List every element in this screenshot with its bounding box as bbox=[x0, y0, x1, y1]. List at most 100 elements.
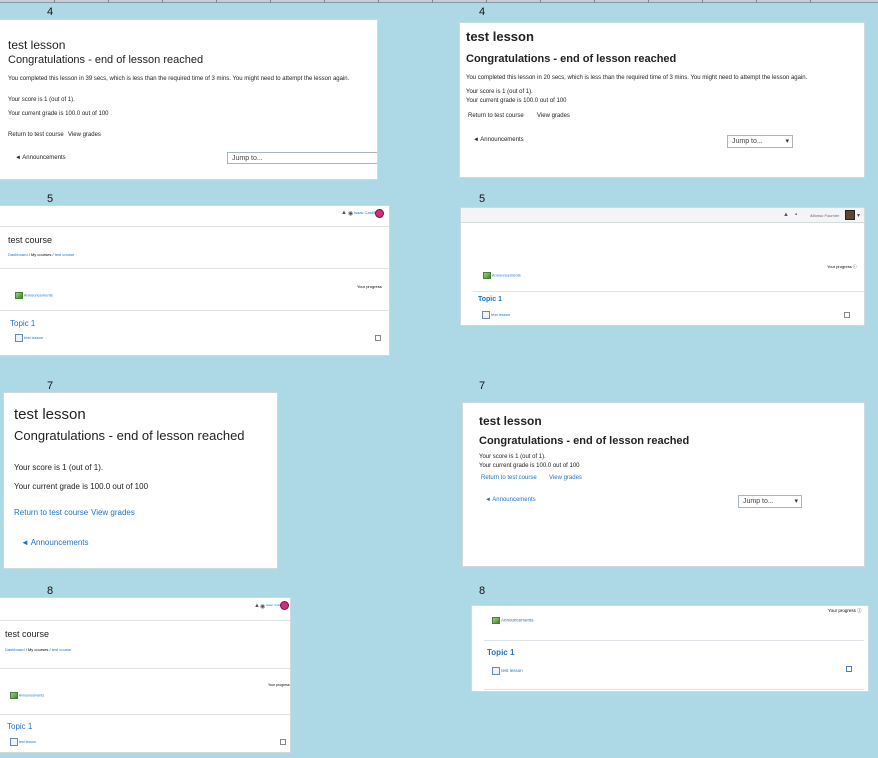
grade-text: Your current grade is 100.0 out of 100 bbox=[479, 463, 580, 469]
view-grades-link[interactable]: View grades bbox=[91, 508, 135, 517]
help-icon[interactable]: ⓘ bbox=[857, 608, 862, 613]
course-title: test course bbox=[5, 629, 50, 639]
announcements-activity[interactable]: Announcements bbox=[483, 272, 521, 279]
announcements-activity[interactable]: Announcements bbox=[492, 617, 534, 624]
section-title[interactable]: Topic 1 bbox=[10, 319, 35, 328]
lesson-link[interactable]: test lesson bbox=[491, 312, 510, 317]
previous-activity-link[interactable]: ◄ Announcements bbox=[15, 155, 66, 161]
congrats-heading: Congratulations - end of lesson reached bbox=[14, 428, 245, 443]
completion-checkbox-icon[interactable] bbox=[844, 312, 850, 318]
jump-to-select[interactable]: Jump to... bbox=[227, 152, 377, 164]
progress-label: Your progress ⓘ bbox=[827, 264, 857, 269]
ruler-tick bbox=[108, 0, 109, 3]
return-to-course-link[interactable]: Return to test course bbox=[14, 508, 88, 517]
completion-checkbox-icon[interactable] bbox=[375, 335, 381, 341]
announcements-link[interactable]: Announcements bbox=[19, 693, 44, 697]
divider bbox=[0, 226, 389, 227]
view-grades-link[interactable]: View grades bbox=[537, 113, 570, 119]
lesson-icon bbox=[10, 738, 18, 746]
completion-notice: You completed this lesson in 20 secs, wh… bbox=[466, 75, 808, 81]
lesson-end-panel-right-7: test lesson Congratulations - end of les… bbox=[463, 403, 864, 566]
congrats-heading: Congratulations - end of lesson reached bbox=[466, 53, 677, 65]
progress-label: Your progress ⓘ bbox=[828, 608, 862, 613]
announcements-link[interactable]: Announcements bbox=[24, 293, 53, 298]
previous-activity-link[interactable]: ◄ Announcements bbox=[473, 137, 524, 143]
score-text: Your score is 1 (out of 1). bbox=[8, 97, 75, 103]
lesson-link[interactable]: test lesson bbox=[24, 335, 43, 340]
bell-icon[interactable]: ▲ bbox=[783, 212, 789, 218]
user-avatar[interactable] bbox=[280, 601, 289, 610]
section-title[interactable]: Topic 1 bbox=[487, 648, 514, 657]
lesson-title: test lesson bbox=[8, 38, 66, 52]
announcements-activity[interactable]: Announcements bbox=[10, 692, 44, 699]
jump-to-select[interactable]: Jump to... ▾ bbox=[738, 495, 802, 508]
lesson-activity[interactable]: test lesson bbox=[15, 334, 43, 342]
row-label: 7 bbox=[479, 380, 486, 392]
breadcrumb-dashboard[interactable]: Dashboard bbox=[8, 252, 28, 257]
jump-to-placeholder: Jump to... bbox=[732, 138, 763, 145]
jump-to-select[interactable]: Jump to... ▾ bbox=[727, 135, 793, 148]
navbar bbox=[461, 208, 864, 223]
section-title[interactable]: Topic 1 bbox=[7, 722, 32, 731]
dropdown-caret-icon: ▾ bbox=[785, 138, 789, 145]
divider bbox=[0, 620, 290, 621]
forum-icon bbox=[15, 292, 23, 299]
section-title[interactable]: Topic 1 bbox=[478, 296, 502, 303]
breadcrumb: Dashboard / My courses / test course bbox=[8, 252, 74, 257]
divider bbox=[484, 640, 864, 641]
row-label: 7 bbox=[47, 380, 54, 392]
help-icon[interactable]: ⓘ bbox=[853, 264, 857, 269]
lesson-icon bbox=[482, 311, 490, 319]
breadcrumb: Dashboard / My courses / test course bbox=[5, 647, 71, 652]
completion-checkbox-icon[interactable] bbox=[280, 739, 286, 745]
previous-activity-link[interactable]: ◄ Announcements bbox=[21, 538, 89, 547]
announcements-link[interactable]: Announcements bbox=[492, 273, 521, 278]
chevron-down-icon[interactable]: ▾ bbox=[857, 212, 860, 219]
breadcrumb-course[interactable]: test course bbox=[55, 252, 75, 257]
lesson-title: test lesson bbox=[466, 29, 534, 44]
row-label: 4 bbox=[47, 6, 54, 18]
forum-icon bbox=[492, 617, 500, 624]
lesson-activity[interactable]: test lesson bbox=[482, 311, 510, 319]
score-text: Your score is 1 (out of 1). bbox=[14, 463, 104, 472]
lesson-link[interactable]: test lesson bbox=[501, 668, 523, 673]
user-avatar[interactable] bbox=[375, 209, 384, 218]
announcements-link[interactable]: Announcements bbox=[501, 618, 534, 623]
announcements-activity[interactable]: Announcements bbox=[15, 292, 53, 299]
breadcrumb-mycourses[interactable]: My courses bbox=[31, 252, 51, 257]
previous-activity-link[interactable]: ◄ Announcements bbox=[485, 497, 536, 503]
chat-icon[interactable]: ◉ bbox=[348, 210, 353, 217]
return-to-course-link[interactable]: Return to test course bbox=[468, 113, 524, 119]
ruler-tick bbox=[540, 0, 541, 3]
lesson-icon bbox=[15, 334, 23, 342]
breadcrumb-dashboard[interactable]: Dashboard bbox=[5, 647, 25, 652]
completion-checkbox-icon[interactable] bbox=[846, 666, 852, 672]
divider bbox=[0, 268, 389, 269]
top-ruler bbox=[0, 0, 878, 3]
view-grades-link[interactable]: View grades bbox=[549, 475, 582, 481]
lesson-activity[interactable]: test lesson bbox=[10, 738, 36, 746]
chat-icon[interactable]: ▪ bbox=[795, 212, 797, 218]
user-menu-name[interactable]: Alfonso Fournier bbox=[810, 213, 839, 218]
chat-icon[interactable]: ◉ bbox=[260, 603, 265, 610]
breadcrumb-mycourses[interactable]: My courses bbox=[28, 647, 48, 652]
lesson-link[interactable]: test lesson bbox=[19, 740, 36, 744]
progress-label: Your progress bbox=[357, 284, 382, 289]
course-page-panel-right-5: ▲ ▪ Alfonso Fournier ▾ Your progress ⓘ A… bbox=[461, 208, 864, 325]
lesson-end-panel-left-7: test lesson Congratulations - end of les… bbox=[4, 393, 277, 568]
return-to-course-link[interactable]: Return to test course bbox=[481, 475, 537, 481]
user-avatar[interactable] bbox=[845, 210, 855, 220]
lesson-activity[interactable]: test lesson bbox=[492, 667, 523, 675]
grade-text: Your current grade is 100.0 out of 100 bbox=[466, 98, 567, 104]
return-to-course-link[interactable]: Return to test course bbox=[8, 132, 64, 138]
breadcrumb-course[interactable]: test course bbox=[52, 647, 72, 652]
divider bbox=[473, 291, 864, 292]
forum-icon bbox=[10, 692, 18, 699]
ruler-tick bbox=[54, 0, 55, 3]
congrats-heading: Congratulations - end of lesson reached bbox=[479, 435, 690, 447]
view-grades-link[interactable]: View grades bbox=[68, 132, 101, 138]
divider bbox=[0, 668, 290, 669]
bell-icon[interactable]: ▲ bbox=[341, 210, 347, 216]
lesson-title: test lesson bbox=[479, 414, 542, 428]
ruler-tick bbox=[648, 0, 649, 3]
